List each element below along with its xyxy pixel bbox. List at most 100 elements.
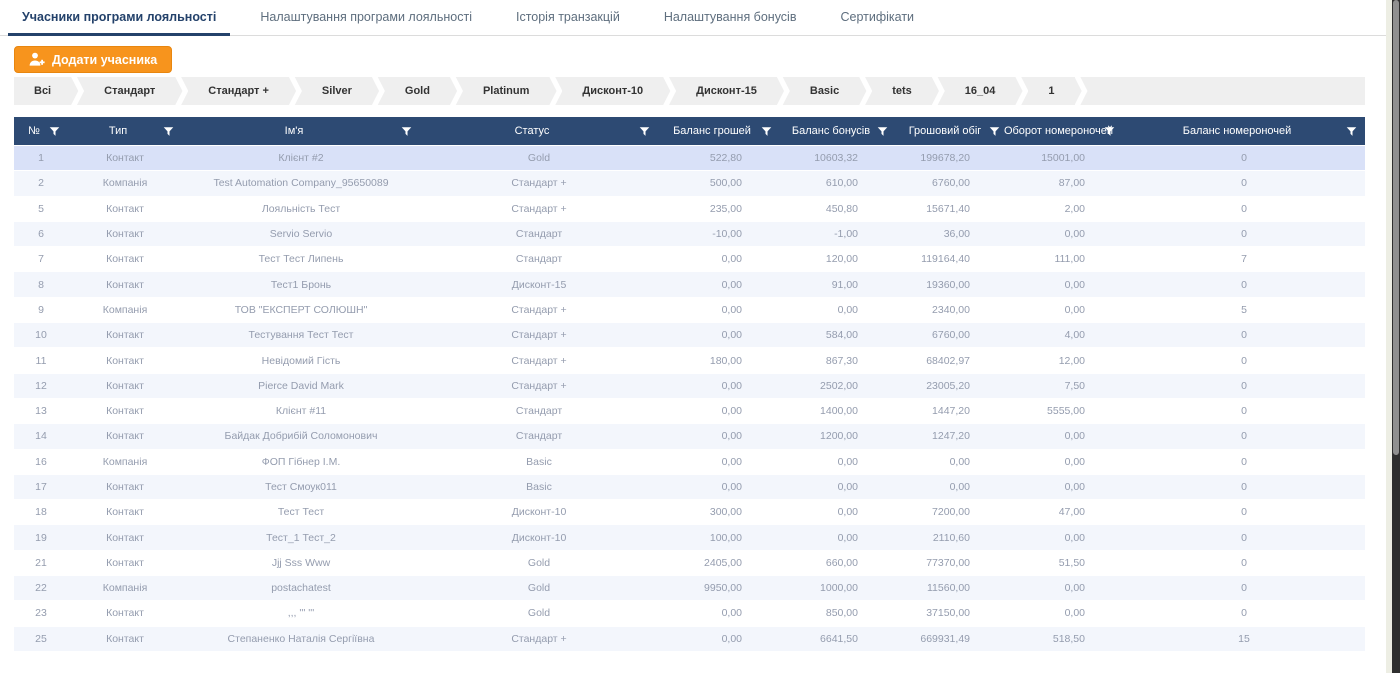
tab-program-settings[interactable]: Налаштування програми лояльності <box>238 0 494 35</box>
cell-status: Gold <box>420 582 658 594</box>
cell-type: Компанія <box>68 456 182 468</box>
cell-num: 10 <box>14 329 68 341</box>
cell-num: 5 <box>14 203 68 215</box>
table-row[interactable]: 19КонтактТест_1 Тест_2Дисконт-10100,000,… <box>14 525 1365 550</box>
cell-status: Дисконт-15 <box>420 279 658 291</box>
filter-funnel-icon[interactable] <box>761 126 772 137</box>
filter-funnel-icon[interactable] <box>639 126 650 137</box>
cell-money-balance: 0,00 <box>658 329 780 341</box>
cell-bonus-balance: 0,00 <box>780 304 896 316</box>
tab-bar: Учасники програми лояльностіНалаштування… <box>0 0 1386 36</box>
cell-bonus-balance: 120,00 <box>780 253 896 265</box>
table-row[interactable]: 13КонтактКлієнт #11Стандарт0,001400,0014… <box>14 399 1365 424</box>
cell-money-balance: 9950,00 <box>658 582 780 594</box>
table-row[interactable]: 6КонтактServio ServioСтандарт-10,00-1,00… <box>14 222 1365 247</box>
filter-funnel-icon[interactable] <box>1346 126 1357 137</box>
cell-money-balance: 0,00 <box>658 380 780 392</box>
filter-item-7[interactable]: Дисконт-15 <box>676 77 777 105</box>
column-label: Статус <box>515 125 564 137</box>
cell-bonus-balance: 0,00 <box>780 532 896 544</box>
table-row[interactable]: 1КонтактКлієнт #2Gold522,8010603,3219967… <box>14 146 1365 171</box>
table-row[interactable]: 14КонтактБайдак Добрибій СоломоновичСтан… <box>14 424 1365 449</box>
table-row[interactable]: 25КонтактСтепаненко Наталія СергіївнаСта… <box>14 627 1365 652</box>
cell-num: 14 <box>14 430 68 442</box>
table-row[interactable]: 10КонтактТестування Тест ТестСтандарт +0… <box>14 323 1365 348</box>
cell-roomnights-balance: 0 <box>1123 506 1365 518</box>
column-header-num[interactable]: № <box>14 117 68 145</box>
filter-funnel-icon[interactable] <box>1104 126 1115 137</box>
cell-money-balance: 235,00 <box>658 203 780 215</box>
cell-name: ,,, ''' ''' <box>182 607 420 619</box>
table-row[interactable]: 2КомпаніяTest Automation Company_9565008… <box>14 171 1365 196</box>
cell-type: Контакт <box>68 228 182 240</box>
table-row[interactable]: 23Контакт,,, ''' '''Gold0,00850,0037150,… <box>14 601 1365 626</box>
cell-roomnights-turnover: 0,00 <box>1008 430 1123 442</box>
cell-bonus-balance: 867,30 <box>780 355 896 367</box>
filter-item-2[interactable]: Стандарт + <box>188 77 289 105</box>
column-header-status[interactable]: Статус <box>420 117 658 145</box>
cell-roomnights-turnover: 0,00 <box>1008 304 1123 316</box>
toolbar: Додати учасника <box>14 46 1400 73</box>
scrollbar-track[interactable] <box>1392 0 1400 673</box>
cell-type: Контакт <box>68 253 182 265</box>
table-row[interactable]: 21КонтактJjj Sss WwwGold2405,00660,00773… <box>14 551 1365 576</box>
filter-funnel-icon[interactable] <box>163 126 174 137</box>
column-header-roomnights-turnover[interactable]: Оборот номероночей <box>1008 117 1123 145</box>
filter-item-8[interactable]: Basic <box>790 77 859 105</box>
filter-item-0[interactable]: Всі <box>14 77 71 105</box>
column-header-money-turnover[interactable]: Грошовий обіг <box>896 117 1008 145</box>
column-header-bonus-balance[interactable]: Баланс бонусів <box>780 117 896 145</box>
column-header-roomnights-balance[interactable]: Баланс номероночей <box>1123 117 1365 145</box>
cell-name: Клієнт #11 <box>182 405 420 417</box>
cell-num: 9 <box>14 304 68 316</box>
table-row[interactable]: 16КомпаніяФОП Гібнер І.М.Basic0,000,000,… <box>14 450 1365 475</box>
chevron-right-icon <box>859 77 872 105</box>
cell-type: Контакт <box>68 405 182 417</box>
table-row[interactable]: 7КонтактТест Тест ЛипеньСтандарт0,00120,… <box>14 247 1365 272</box>
table-row[interactable]: 9КомпаніяТОВ "ЕКСПЕРТ СОЛЮШН"Стандарт +0… <box>14 298 1365 323</box>
cell-roomnights-turnover: 111,00 <box>1008 253 1123 265</box>
filter-item-11[interactable]: 1 <box>1028 77 1074 105</box>
filter-funnel-icon[interactable] <box>401 126 412 137</box>
table-row[interactable]: 5КонтактЛояльність ТестСтандарт +235,004… <box>14 197 1365 222</box>
filter-bar: Всі Стандарт Стандарт + Silver Gold Platinum Д… <box>14 77 1365 105</box>
filter-item-6[interactable]: Дисконт-10 <box>562 77 663 105</box>
cell-roomnights-balance: 15 <box>1123 633 1365 645</box>
column-header-name[interactable]: Ім'я <box>182 117 420 145</box>
filter-item-10[interactable]: 16_04 <box>945 77 1016 105</box>
filter-item-3[interactable]: Silver <box>302 77 372 105</box>
column-header-money-balance[interactable]: Баланс грошей <box>658 117 780 145</box>
cell-money-balance: 522,80 <box>658 152 780 164</box>
filter-funnel-icon[interactable] <box>49 126 60 137</box>
table-row[interactable]: 22КомпаніяpostachatestGold9950,001000,00… <box>14 576 1365 601</box>
filter-funnel-icon[interactable] <box>989 126 1000 137</box>
scrollbar-thumb[interactable] <box>1393 0 1399 455</box>
table-row[interactable]: 12КонтактPierce David MarkСтандарт +0,00… <box>14 374 1365 399</box>
table-row[interactable]: 11КонтактНевідомий ГістьСтандарт +180,00… <box>14 348 1365 373</box>
cell-num: 1 <box>14 152 68 164</box>
cell-roomnights-turnover: 518,50 <box>1008 633 1123 645</box>
column-header-type[interactable]: Тип <box>68 117 182 145</box>
add-participant-button[interactable]: Додати учасника <box>14 46 172 73</box>
filter-item-1[interactable]: Стандарт <box>84 77 175 105</box>
cell-type: Контакт <box>68 506 182 518</box>
filter-item-9[interactable]: tets <box>872 77 932 105</box>
cell-status: Gold <box>420 557 658 569</box>
cell-money-turnover: 68402,97 <box>896 355 1008 367</box>
table-row[interactable]: 17КонтактТест Смоук011Basic0,000,000,000… <box>14 475 1365 500</box>
tab-bonus-settings[interactable]: Налаштування бонусів <box>642 0 819 35</box>
filter-item-4[interactable]: Gold <box>385 77 450 105</box>
table-row[interactable]: 18КонтактТест ТестДисконт-10300,000,0072… <box>14 500 1365 525</box>
cell-roomnights-balance: 0 <box>1123 582 1365 594</box>
table-row[interactable]: 8КонтактТест1 БроньДисконт-150,0091,0019… <box>14 272 1365 297</box>
cell-roomnights-balance: 0 <box>1123 405 1365 417</box>
tab-certificates[interactable]: Сертифікати <box>818 0 936 35</box>
cell-bonus-balance: 0,00 <box>780 456 896 468</box>
cell-bonus-balance: 0,00 <box>780 506 896 518</box>
filter-item-5[interactable]: Platinum <box>463 77 549 105</box>
cell-bonus-balance: 584,00 <box>780 329 896 341</box>
filter-funnel-icon[interactable] <box>877 126 888 137</box>
cell-status: Gold <box>420 607 658 619</box>
tab-participants[interactable]: Учасники програми лояльності <box>0 0 238 35</box>
tab-transaction-history[interactable]: Історія транзакцій <box>494 0 642 35</box>
